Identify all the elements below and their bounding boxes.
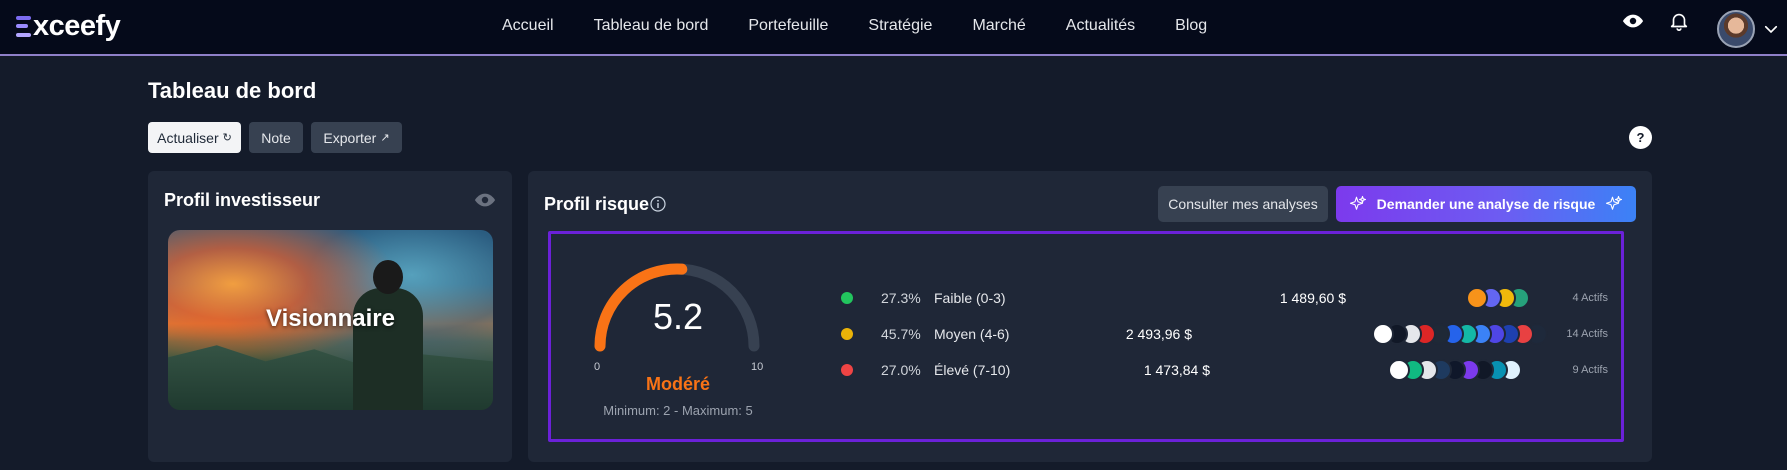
logo-mark-icon [16,15,31,37]
gauge-min-label: 0 [594,361,601,373]
risk-row-label: Élevé (7-10) [934,362,1011,378]
note-button[interactable]: Note [249,122,303,153]
risk-level: Modéré [645,374,710,394]
request-risk-analysis-button[interactable]: Demander une analyse de risque [1336,186,1636,222]
risk-row-medium[interactable]: 45.7% Moyen (4-6) 2 493,96 $ 14 Actifs [838,323,1608,345]
nav-link-strategie[interactable]: Stratégie [868,17,932,35]
crypto-asset-icon [1466,287,1488,309]
external-link-icon: ↗ [380,132,390,144]
refresh-button-label: Actualiser [157,129,219,146]
export-button[interactable]: Exporter ↗ [311,122,402,153]
profile-name: Visionnaire [266,305,395,332]
refresh-button[interactable]: Actualiser ↻ [148,122,241,153]
top-navbar: xceefy Accueil Tableau de bord Portefeui… [0,0,1787,56]
risk-row-amount: 1 489,60 $ [1279,290,1346,306]
asset-count: 4 Actifs [1572,292,1608,304]
risk-score: 5.2 [652,296,704,337]
nav-link-blog[interactable]: Blog [1175,17,1207,35]
risk-row-amount: 1 473,84 $ [1143,362,1210,378]
refresh-icon: ↻ [222,132,232,144]
status-dot [841,364,853,376]
risk-range: Minimum: 2 - Maximum: 5 [603,403,753,418]
asset-count: 14 Actifs [1566,328,1608,340]
eye-icon[interactable] [474,189,496,211]
chevron-down-icon[interactable] [1762,20,1780,38]
sparkles-icon [1349,195,1366,210]
user-avatar[interactable] [1717,10,1755,48]
asset-count: 9 Actifs [1572,364,1608,376]
risk-row-label: Moyen (4-6) [934,326,1010,342]
risk-profile-title: Profil risque [544,194,650,214]
status-dot [841,292,853,304]
risk-row-percent: 27.0% [881,362,921,378]
note-button-label: Note [261,129,291,146]
gauge-max-label: 10 [751,361,764,373]
nav-link-tableau-de-bord[interactable]: Tableau de bord [594,17,709,35]
crypto-asset-icon [1372,323,1394,345]
risk-row-high[interactable]: 27.0% Élevé (7-10) 1 473,84 $ 9 Actifs [838,359,1608,381]
risk-row-percent: 45.7% [881,326,921,342]
risk-row-low[interactable]: 27.3% Faible (0-3) 1 489,60 $ 4 Actifs [838,287,1608,309]
view-analyses-button[interactable]: Consulter mes analyses [1158,186,1328,222]
investor-profile-title: Profil investisseur [164,190,321,210]
risk-row-amount: 2 493,96 $ [1125,326,1192,342]
brand-logo[interactable]: xceefy [16,8,121,44]
profile-image: Visionnaire [168,230,493,410]
risk-row-percent: 27.3% [881,290,921,306]
main-nav: Accueil Tableau de bord Portefeuille Str… [502,17,1207,35]
nav-link-accueil[interactable]: Accueil [502,17,554,35]
sparkles-icon [1606,195,1623,210]
nav-link-marche[interactable]: Marché [972,17,1025,35]
eye-icon[interactable] [1622,10,1644,32]
page-title: Tableau de bord [148,78,317,103]
nav-link-portefeuille[interactable]: Portefeuille [748,17,828,35]
help-button[interactable]: ? [1629,126,1652,149]
profile-image-landscape [168,345,493,410]
request-risk-analysis-label: Demander une analyse de risque [1376,196,1596,212]
bell-icon[interactable] [1668,10,1690,32]
view-analyses-label: Consulter mes analyses [1168,196,1318,212]
risk-row-label: Faible (0-3) [934,290,1006,306]
crypto-asset-icon [1388,359,1410,381]
brand-name: xceefy [33,9,121,42]
export-button-label: Exporter [323,129,377,146]
nav-link-actualites[interactable]: Actualités [1066,17,1135,35]
info-icon[interactable] [650,196,666,212]
status-dot [841,328,853,340]
